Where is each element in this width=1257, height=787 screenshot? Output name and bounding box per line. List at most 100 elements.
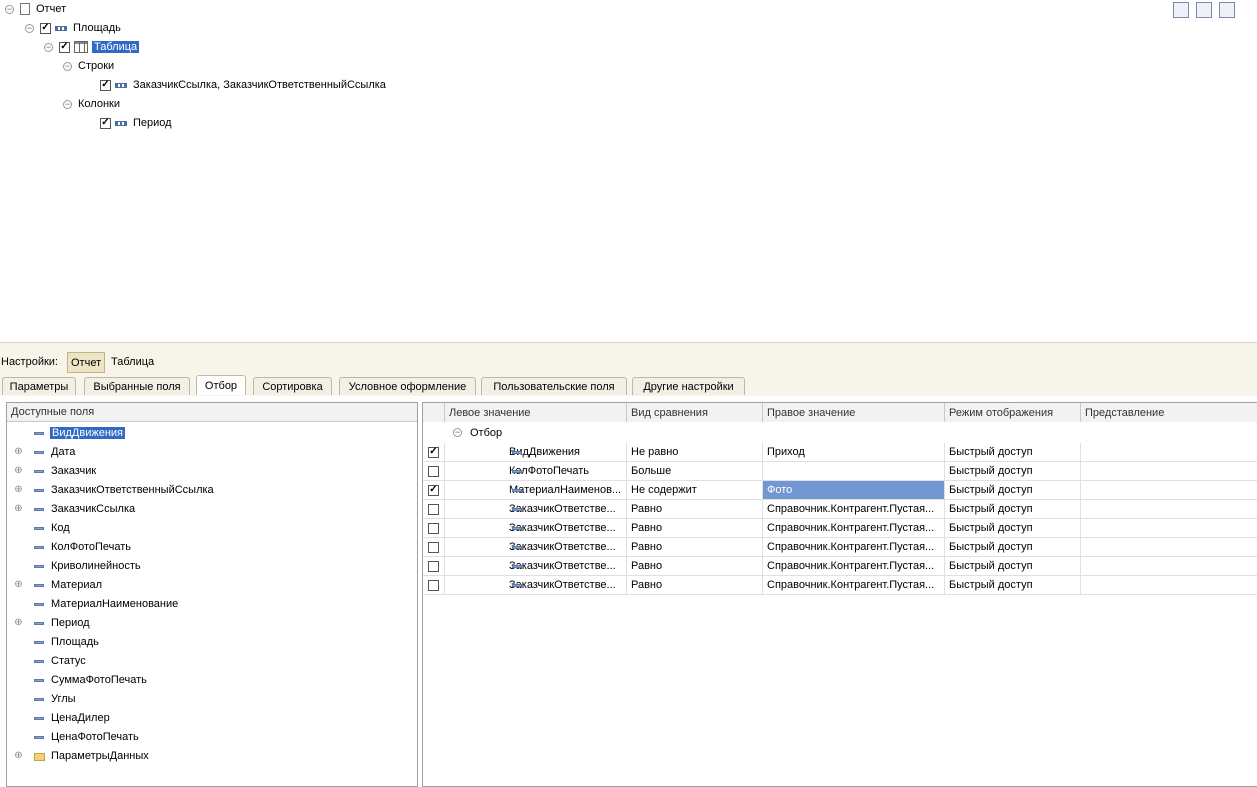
filter-row-checkbox[interactable] [428, 484, 439, 496]
filter-comparison[interactable]: Не содержит [627, 481, 763, 500]
available-field-item[interactable]: ЦенаДилер [7, 709, 417, 728]
filter-row-checkbox[interactable] [428, 522, 439, 534]
columns-checkbox[interactable] [100, 117, 111, 129]
filter-display-mode[interactable]: Быстрый доступ [945, 519, 1081, 538]
header-comparison[interactable]: Вид сравнения [627, 403, 763, 422]
expand-icon[interactable]: ⊕ [14, 751, 23, 761]
header-presentation[interactable]: Представление [1081, 403, 1257, 422]
expand-icon[interactable]: ⊕ [14, 485, 23, 495]
filter-row-checkbox-cell[interactable] [423, 500, 445, 519]
filter-row-checkbox-cell[interactable] [423, 519, 445, 538]
filter-row-checkbox-cell[interactable] [423, 481, 445, 500]
collapse-icon[interactable]: − [25, 23, 34, 33]
available-field-item[interactable]: ⊕ ЗаказчикОтветственныйСсылка [7, 481, 417, 500]
filter-display-mode[interactable]: Быстрый доступ [945, 538, 1081, 557]
filter-right-value[interactable]: Справочник.Контрагент.Пустая... [763, 538, 945, 557]
area-checkbox[interactable] [40, 22, 51, 34]
filter-row-checkbox[interactable] [428, 541, 439, 553]
filter-row-checkbox-cell[interactable] [423, 576, 445, 595]
tab-filter[interactable]: Отбор [196, 375, 246, 395]
filter-row[interactable]: ЗаказчикОтветстве... Равно Справочник.Конт… [423, 519, 1257, 538]
available-field-item[interactable]: Код [7, 519, 417, 538]
available-field-item[interactable]: СуммаФотоПечать [7, 671, 417, 690]
filter-right-value[interactable] [763, 462, 945, 481]
settings-report-button[interactable]: Отчет [67, 352, 106, 373]
filter-group-row[interactable]: − Отбор [423, 424, 1257, 443]
tab-parameters[interactable]: Параметры [2, 377, 76, 395]
filter-presentation[interactable] [1081, 538, 1257, 557]
tab-conditional-format[interactable]: Условное оформление [339, 377, 476, 395]
rows-checkbox[interactable] [100, 79, 111, 91]
collapse-icon[interactable]: − [5, 4, 14, 14]
expand-icon[interactable]: ⊕ [14, 618, 23, 628]
filter-presentation[interactable] [1081, 557, 1257, 576]
filter-right-value[interactable]: Справочник.Контрагент.Пустая... [763, 557, 945, 576]
filter-left-value[interactable]: ЗаказчикОтветстве... [445, 557, 627, 576]
filter-row[interactable]: ЗаказчикОтветстве... Равно Справочник.Конт… [423, 557, 1257, 576]
filter-row-checkbox[interactable] [428, 446, 439, 458]
filter-presentation[interactable] [1081, 500, 1257, 519]
available-field-item[interactable]: Площадь [7, 633, 417, 652]
sort-settings-icon[interactable] [1219, 2, 1235, 18]
filter-left-value[interactable]: КолФотоПечать [445, 462, 627, 481]
tree-node-rows[interactable]: − Строки [63, 57, 114, 75]
filter-display-mode[interactable]: Быстрый доступ [945, 462, 1081, 481]
tree-node-columns[interactable]: − Колонки [63, 95, 120, 113]
collapse-icon[interactable]: − [44, 42, 53, 52]
tab-selected-fields[interactable]: Выбранные поля [84, 377, 190, 395]
tree-node-table[interactable]: − Таблица [44, 38, 140, 56]
collapse-icon[interactable]: − [63, 99, 72, 109]
expand-icon[interactable]: ⊕ [14, 580, 23, 590]
tree-node-columns-value[interactable]: Период [100, 114, 172, 132]
filter-presentation[interactable] [1081, 443, 1257, 462]
filter-comparison[interactable]: Равно [627, 557, 763, 576]
filter-row[interactable]: ЗаказчикОтветстве... Равно Справочник.Конт… [423, 538, 1257, 557]
expand-icon[interactable]: ⊕ [14, 447, 23, 457]
filter-row[interactable]: КолФотоПечать Больше Быстрый доступ [423, 462, 1257, 481]
filter-row-checkbox-cell[interactable] [423, 462, 445, 481]
filter-row[interactable]: ВидДвиженияНе равноПриходБыстрый доступ [423, 443, 1257, 462]
filter-row[interactable]: ЗаказчикОтветстве... Равно Справочник.Конт… [423, 500, 1257, 519]
filter-right-value[interactable]: Справочник.Контрагент.Пустая... [763, 576, 945, 595]
header-left-value[interactable]: Левое значение [445, 403, 627, 422]
filter-left-value[interactable]: ЗаказчикОтветстве... [445, 576, 627, 595]
filter-display-mode[interactable]: Быстрый доступ [945, 500, 1081, 519]
filter-right-value[interactable]: Приход [763, 443, 945, 462]
available-field-item[interactable]: ⊕ Материал [7, 576, 417, 595]
filter-left-value[interactable]: МатериалНаименов... [445, 481, 627, 500]
available-field-item[interactable]: ЦенаФотоПечать [7, 728, 417, 747]
filter-row-checkbox[interactable] [428, 503, 439, 515]
available-field-item[interactable]: ВидДвижения [7, 424, 417, 443]
filter-comparison[interactable]: Равно [627, 500, 763, 519]
tab-user-fields[interactable]: Пользовательские поля [481, 377, 627, 395]
available-field-item[interactable]: ⊕ Дата [7, 443, 417, 462]
tree-node-report[interactable]: − Отчет [5, 0, 66, 18]
table-checkbox[interactable] [59, 41, 70, 53]
filter-row-checkbox[interactable] [428, 560, 439, 572]
filter-presentation[interactable] [1081, 462, 1257, 481]
filter-presentation[interactable] [1081, 519, 1257, 538]
tab-sorting[interactable]: Сортировка [253, 377, 332, 395]
filter-presentation[interactable] [1081, 576, 1257, 595]
filter-left-value[interactable]: ЗаказчикОтветстве... [445, 500, 627, 519]
settings-table-button[interactable]: Таблица [111, 356, 154, 368]
filter-row-checkbox-cell[interactable] [423, 557, 445, 576]
filter-comparison[interactable]: Не равно [627, 443, 763, 462]
header-display-mode[interactable]: Режим отображения [945, 403, 1081, 422]
tree-node-rows-value[interactable]: ЗаказчикСсылка, ЗаказчикОтветственныйСсы… [100, 76, 386, 94]
available-field-item[interactable]: МатериалНаименование [7, 595, 417, 614]
available-field-item[interactable]: Углы [7, 690, 417, 709]
available-field-item[interactable]: Статус [7, 652, 417, 671]
filter-presentation[interactable] [1081, 481, 1257, 500]
filter-display-mode[interactable]: Быстрый доступ [945, 443, 1081, 462]
available-field-item[interactable]: КолФотоПечать [7, 538, 417, 557]
available-field-item[interactable]: ⊕ Заказчик [7, 462, 417, 481]
tab-other-settings[interactable]: Другие настройки [632, 377, 745, 395]
filter-right-value[interactable]: Фото [763, 481, 945, 500]
expand-icon[interactable]: ⊕ [14, 466, 23, 476]
collapse-icon[interactable]: − [453, 428, 462, 437]
filter-comparison[interactable]: Равно [627, 519, 763, 538]
tree-node-area[interactable]: − Площадь [25, 19, 121, 37]
filter-display-mode[interactable]: Быстрый доступ [945, 576, 1081, 595]
filter-left-value[interactable]: ВидДвижения [445, 443, 627, 462]
